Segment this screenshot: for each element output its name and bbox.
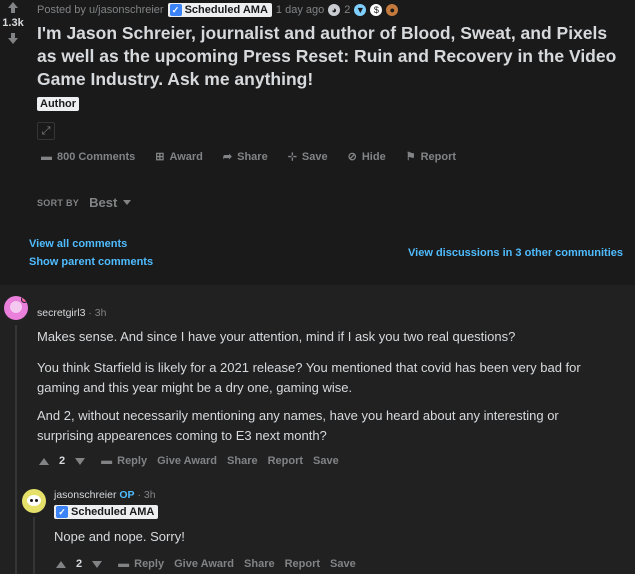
sort-control: SORT BY Best xyxy=(37,195,132,210)
post-age: 1 day ago xyxy=(275,4,325,16)
comment-author-line: secretgirl3 · 3h xyxy=(37,307,107,319)
hide-icon: ⊘ xyxy=(347,151,357,163)
post-title: I'm Jason Schreier, journalist and autho… xyxy=(37,23,617,89)
give-award-button[interactable]: Give Award xyxy=(157,455,217,467)
comment-age: 3h xyxy=(94,307,107,319)
hide-label: Hide xyxy=(361,150,386,163)
reply-button[interactable]: ▬ Reply xyxy=(101,455,147,467)
comment-author[interactable]: secretgirl3 xyxy=(37,307,85,319)
comments-label: 800 Comments xyxy=(57,150,136,163)
post-vote-column: 1.3k xyxy=(0,2,26,44)
reply-label: Reply xyxy=(134,558,165,570)
online-dot-icon xyxy=(21,296,28,303)
comment-author[interactable]: jasonschreier xyxy=(54,489,116,501)
comment-icon: ▬ xyxy=(118,558,130,570)
comment-author-line: jasonschreier OP · 3h xyxy=(54,489,156,501)
comments-panel: secretgirl3 · 3h Makes sense. And since … xyxy=(0,285,635,574)
share-button[interactable]: ➦ Share xyxy=(222,150,268,164)
comment-actions: 2 ▬ Reply Give Award Share Report Save xyxy=(39,455,339,467)
expand-icon[interactable]: ⤢ xyxy=(37,122,55,140)
downvote-icon[interactable] xyxy=(8,33,18,44)
checkmark-icon: ✓ xyxy=(56,506,68,518)
comment-age: 3h xyxy=(143,489,156,501)
flag-icon: ⚑ xyxy=(405,151,416,163)
comment-score: 2 xyxy=(59,455,66,467)
upvote-icon[interactable] xyxy=(56,560,66,568)
save-button[interactable]: Save xyxy=(330,558,356,570)
award-label: Award xyxy=(169,150,203,163)
chevron-down-icon xyxy=(123,200,132,205)
share-icon: ➦ xyxy=(222,151,233,163)
op-badge: OP xyxy=(119,489,135,501)
comment-actions: 2 ▬ Reply Give Award Share Report Save xyxy=(56,558,356,570)
sort-value: Best xyxy=(89,195,118,210)
share-button[interactable]: Share xyxy=(244,558,275,570)
downvote-icon[interactable] xyxy=(75,457,86,465)
comment-score: 2 xyxy=(76,558,83,570)
report-button[interactable]: Report xyxy=(285,558,320,570)
save-label: Save xyxy=(301,150,328,163)
post-meta: Posted by u/jasonschreier ✓ Scheduled AM… xyxy=(37,3,399,17)
comments-button[interactable]: ▬ 800 Comments xyxy=(41,150,135,163)
comment-paragraph: Makes sense. And since I have your atten… xyxy=(37,329,516,344)
bookmark-icon: ⊹ xyxy=(287,151,297,163)
post-actions: ▬ 800 Comments ⊞ Award ➦ Share ⊹ Save ⊘ … xyxy=(41,150,457,164)
avatar[interactable] xyxy=(22,489,46,513)
sort-dropdown[interactable]: Best xyxy=(89,195,132,210)
downvote-icon[interactable] xyxy=(92,560,103,568)
silver-award-icon[interactable]: ◕ xyxy=(328,4,341,16)
report-button[interactable]: ⚑ Report xyxy=(405,150,457,164)
posted-by[interactable]: Posted by u/jasonschreier xyxy=(37,4,164,16)
save-button[interactable]: Save xyxy=(313,455,339,467)
dollar-award-icon[interactable]: $ xyxy=(370,4,383,16)
bear-award-icon[interactable]: ● xyxy=(386,4,399,16)
user-flair-label: Scheduled AMA xyxy=(71,506,155,518)
user-flair: ✓ Scheduled AMA xyxy=(54,505,159,519)
report-button[interactable]: Report xyxy=(268,455,303,467)
post-flair-label: Scheduled AMA xyxy=(184,4,268,16)
checkmark-icon: ✓ xyxy=(169,4,182,16)
comment-paragraph: And 2, without necessarily mentioning an… xyxy=(37,408,559,443)
award-button[interactable]: ⊞ Award xyxy=(155,150,203,164)
upvote-icon[interactable] xyxy=(39,457,49,465)
share-button[interactable]: Share xyxy=(227,455,258,467)
post-score: 1.3k xyxy=(2,17,24,29)
comment-icon: ▬ xyxy=(101,455,113,467)
sort-label: SORT BY xyxy=(37,197,80,208)
give-award-button[interactable]: Give Award xyxy=(174,558,234,570)
author-tag: Author xyxy=(37,97,80,111)
thread-line[interactable] xyxy=(15,325,17,574)
show-parent-comments-link[interactable]: Show parent comments xyxy=(29,256,153,268)
hide-button[interactable]: ⊘ Hide xyxy=(347,150,386,164)
view-discussions-link[interactable]: View discussions in 3 other communities xyxy=(408,247,623,259)
thread-line[interactable] xyxy=(33,517,35,574)
comment-paragraph: Nope and nope. Sorry! xyxy=(54,529,185,544)
reply-button[interactable]: ▬ Reply xyxy=(118,558,164,570)
award-count: 2 xyxy=(344,4,351,16)
view-all-comments-link[interactable]: View all comments xyxy=(29,238,127,250)
upvote-icon[interactable] xyxy=(8,2,18,13)
comment-icon: ▬ xyxy=(41,150,52,163)
gem-award-icon[interactable]: ▼ xyxy=(354,4,367,16)
gift-icon: ⊞ xyxy=(155,151,165,163)
comment-paragraph: You think Starfield is likely for a 2021… xyxy=(37,360,581,395)
save-button[interactable]: ⊹ Save xyxy=(287,150,328,164)
report-label: Report xyxy=(420,150,457,163)
post-flair[interactable]: ✓ Scheduled AMA xyxy=(167,3,272,17)
avatar[interactable] xyxy=(4,296,28,320)
reply-label: Reply xyxy=(117,455,148,467)
share-label: Share xyxy=(237,150,268,163)
